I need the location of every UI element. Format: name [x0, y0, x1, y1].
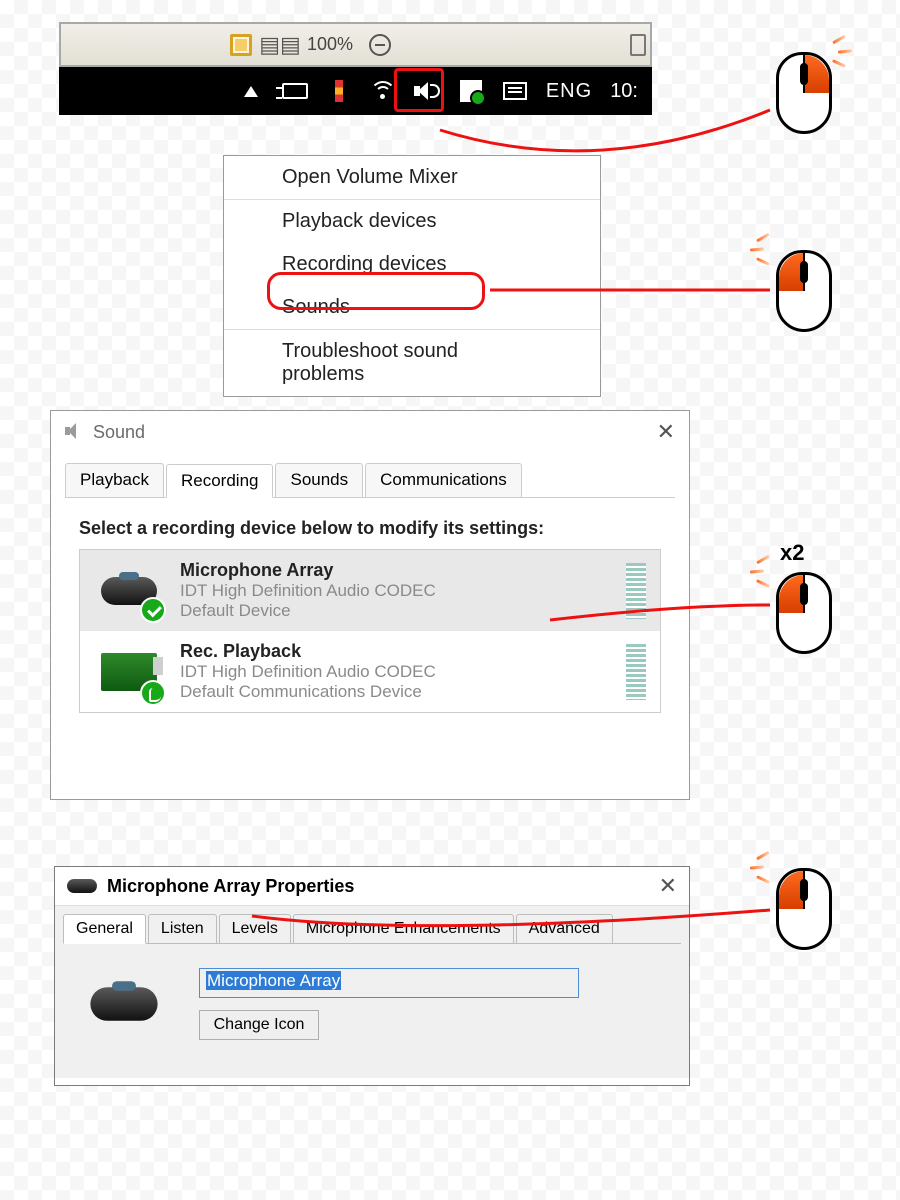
system-tray: ENG 10: [59, 67, 652, 115]
microphone-icon [67, 879, 97, 893]
action-center-icon[interactable] [502, 78, 528, 104]
network-icon[interactable] [370, 78, 396, 104]
tab-listen[interactable]: Listen [148, 914, 217, 944]
change-icon-button[interactable]: Change Icon [199, 1010, 319, 1040]
annotation-highlight-volume [394, 68, 444, 112]
annotation-click-lines [750, 848, 790, 888]
power-icon[interactable] [282, 78, 308, 104]
annotation-click-lines [826, 32, 866, 72]
menu-item-troubleshoot[interactable]: Troubleshoot sound problems [224, 329, 600, 396]
annotation-mouse-right-click [776, 52, 832, 134]
device-name: Microphone Array [180, 560, 610, 581]
zoom-level[interactable]: 100% [307, 34, 353, 55]
sound-dialog-title: Sound [93, 422, 145, 443]
microphone-properties-dialog: Microphone Array Properties ✕ General Li… [54, 866, 690, 1086]
close-button[interactable]: ✕ [659, 873, 677, 899]
flag-icon[interactable] [326, 78, 352, 104]
instruction-text: Select a recording device below to modif… [79, 518, 661, 539]
tab-levels[interactable]: Levels [219, 914, 291, 944]
device-name-input[interactable]: Microphone Array [199, 968, 579, 998]
tab-general[interactable]: General [63, 914, 146, 944]
language-indicator[interactable]: ENG [546, 80, 592, 103]
sound-tabs: Playback Recording Sounds Communications [65, 463, 675, 498]
tab-microphone-enhancements[interactable]: Microphone Enhancements [293, 914, 514, 944]
clock[interactable]: 10: [610, 80, 638, 103]
book-icon[interactable]: ▤▤ [268, 33, 292, 57]
annotation-highlight-recording-devices [267, 272, 485, 310]
sound-dialog-icon [65, 423, 85, 441]
microphone-icon [79, 974, 169, 1034]
sound-card-icon [94, 642, 164, 702]
device-status: Default Device [180, 601, 610, 621]
close-button[interactable]: ✕ [657, 419, 675, 445]
app-toolbar: ▤▤ 100% [59, 22, 652, 67]
menu-item-playback-devices[interactable]: Playback devices [224, 199, 600, 243]
phone-badge-icon [140, 680, 166, 706]
dropbox-icon[interactable] [458, 78, 484, 104]
device-name: Rec. Playback [180, 641, 610, 662]
properties-tabs: General Listen Levels Microphone Enhance… [63, 906, 681, 944]
reading-layout-icon[interactable] [229, 33, 253, 57]
properties-title: Microphone Array Properties [107, 876, 354, 897]
annotation-click-lines [750, 230, 790, 270]
taskbar-region: ▤▤ 100% ENG 10: [59, 22, 652, 152]
annotation-click-lines [750, 552, 790, 592]
menu-item-open-volume-mixer[interactable]: Open Volume Mixer [224, 156, 600, 199]
device-desc: IDT High Definition Audio CODEC [180, 581, 610, 601]
zoom-out-icon[interactable] [368, 33, 392, 57]
page-icon[interactable] [626, 33, 650, 57]
device-row-rec-playback[interactable]: Rec. Playback IDT High Definition Audio … [80, 631, 660, 712]
tab-playback[interactable]: Playback [65, 463, 164, 497]
level-meter [626, 563, 646, 619]
tab-recording[interactable]: Recording [166, 464, 274, 498]
show-hidden-icons-icon[interactable] [238, 78, 264, 104]
tab-advanced[interactable]: Advanced [516, 914, 613, 944]
tab-sounds[interactable]: Sounds [275, 463, 363, 497]
device-row-microphone-array[interactable]: Microphone Array IDT High Definition Aud… [80, 550, 660, 631]
level-meter [626, 644, 646, 700]
device-status: Default Communications Device [180, 682, 610, 702]
microphone-icon [94, 561, 164, 621]
properties-titlebar: Microphone Array Properties ✕ [55, 867, 689, 905]
tab-communications[interactable]: Communications [365, 463, 522, 497]
sound-titlebar: Sound ✕ [51, 411, 689, 453]
sound-dialog: Sound ✕ Playback Recording Sounds Commun… [50, 410, 690, 800]
device-desc: IDT High Definition Audio CODEC [180, 662, 610, 682]
device-list: Microphone Array IDT High Definition Aud… [79, 549, 661, 713]
default-check-icon [140, 597, 166, 623]
